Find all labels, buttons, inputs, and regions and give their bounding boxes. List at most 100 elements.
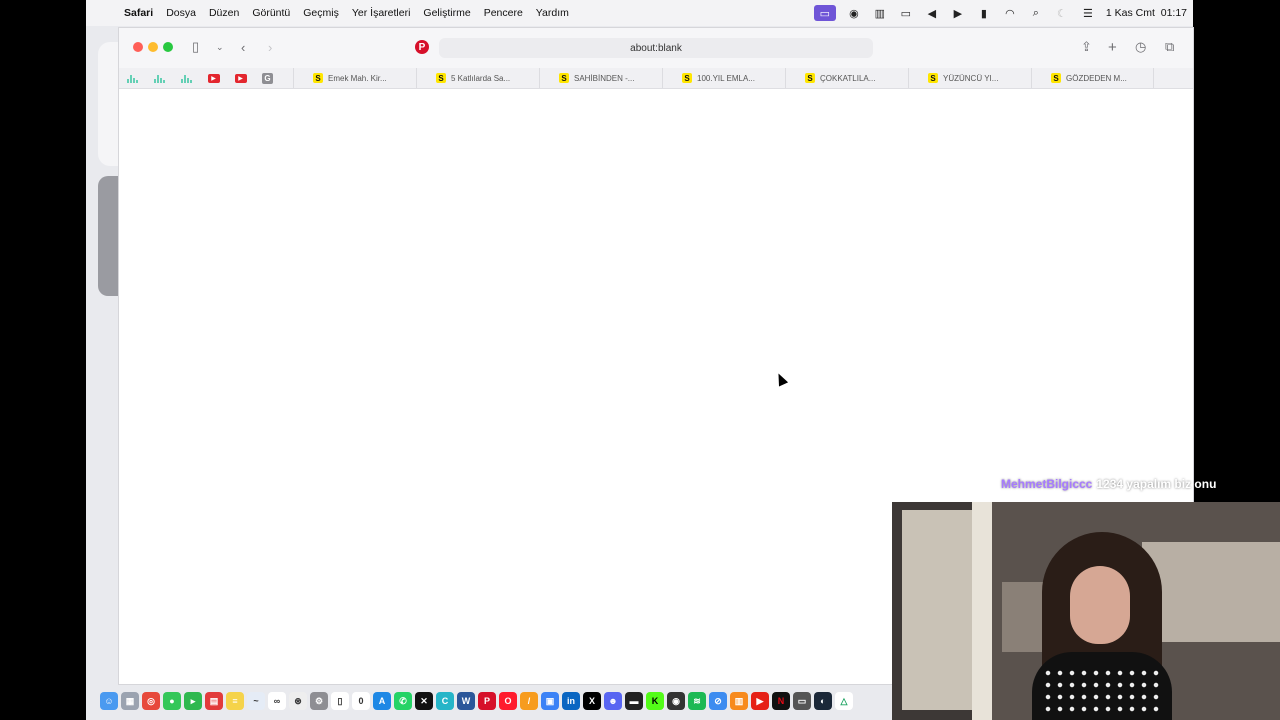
volume-icon[interactable]: ◀ bbox=[924, 5, 940, 21]
new-tab-icon[interactable]: + bbox=[1108, 39, 1117, 56]
chat-username: MehmetBilgiccc bbox=[1001, 477, 1093, 491]
pinterest-icon[interactable]: P bbox=[415, 40, 429, 54]
launchpad-icon[interactable]: ▦ bbox=[121, 692, 139, 710]
sahibinden-icon: S bbox=[436, 73, 446, 83]
facetime-icon[interactable]: ▸ bbox=[184, 692, 202, 710]
bars-icon[interactable]: ▥ bbox=[872, 5, 888, 21]
webcam-overlay bbox=[892, 502, 1280, 720]
youtube-app-icon[interactable]: ▶ bbox=[751, 692, 769, 710]
word-icon[interactable]: W bbox=[457, 692, 475, 710]
webcam-bookshelf bbox=[902, 510, 972, 710]
finder-icon[interactable]: ☺ bbox=[100, 692, 118, 710]
back-icon[interactable]: ‹ bbox=[241, 39, 245, 55]
capcut-icon[interactable]: ✕ bbox=[415, 692, 433, 710]
menu-goruntu[interactable]: Görüntü bbox=[252, 7, 290, 19]
tab-title: 5 Katlılarda Sa... bbox=[451, 73, 511, 83]
eye-icon[interactable]: ◉ bbox=[846, 5, 862, 21]
obs-icon[interactable]: ◉ bbox=[667, 692, 685, 710]
messages-icon[interactable]: ● bbox=[163, 692, 181, 710]
clock[interactable]: 1 Kas Cmt 01:17 bbox=[1106, 7, 1187, 19]
zoom-button[interactable] bbox=[163, 42, 173, 52]
whatsapp-icon[interactable]: ✆ bbox=[394, 692, 412, 710]
linkedin-icon[interactable]: in bbox=[562, 692, 580, 710]
menu-bar: Safari Dosya Düzen Görüntü Geçmiş Yer İş… bbox=[86, 0, 1193, 26]
youtube-icon: ▶ bbox=[207, 73, 220, 83]
battery-icon[interactable]: ▮ bbox=[976, 5, 992, 21]
terminal-icon[interactable]: ▬ bbox=[625, 692, 643, 710]
sidebar-icon[interactable]: ▯ bbox=[192, 39, 199, 55]
pinned-tab[interactable] bbox=[119, 68, 146, 88]
minimize-button[interactable] bbox=[148, 42, 158, 52]
monitor-icon[interactable]: ▭ bbox=[793, 692, 811, 710]
address-bar[interactable]: about:blank bbox=[439, 38, 873, 58]
sahibinden-icon: S bbox=[805, 73, 815, 83]
netflix-icon[interactable]: N bbox=[772, 692, 790, 710]
pages-icon[interactable]: / bbox=[520, 692, 538, 710]
pinned-tab[interactable]: G bbox=[254, 68, 281, 88]
pinned-tab[interactable] bbox=[146, 68, 173, 88]
tab-2[interactable]: S SAHİBİNDEN -... bbox=[539, 68, 662, 88]
screen-mirroring-icon[interactable]: ▭ bbox=[813, 5, 836, 21]
tab-1[interactable]: S 5 Katlılarda Sa... bbox=[416, 68, 539, 88]
display-icon[interactable]: ▭ bbox=[898, 5, 914, 21]
files-icon[interactable]: ▣ bbox=[541, 692, 559, 710]
tab-5[interactable]: S YÜZÜNCÜ YI... bbox=[908, 68, 1031, 88]
moon-icon[interactable]: ☾ bbox=[1054, 5, 1070, 21]
tab-0[interactable]: S Emek Mah. Kir... bbox=[293, 68, 416, 88]
audio-bars-icon bbox=[180, 74, 193, 83]
calculator-icon[interactable]: ▯ bbox=[331, 692, 349, 710]
search-icon[interactable]: ⌕ bbox=[1028, 5, 1044, 21]
pinned-tab[interactable]: ▶ bbox=[200, 68, 227, 88]
chevron-down-icon[interactable]: ⌄ bbox=[216, 39, 224, 55]
tab-6[interactable]: S GÖZDEDEN M... bbox=[1031, 68, 1154, 88]
menu-dosya[interactable]: Dosya bbox=[166, 7, 196, 19]
pinned-tab[interactable]: ▶ bbox=[227, 68, 254, 88]
calendar-icon[interactable]: 0 bbox=[352, 692, 370, 710]
status-area: ▭ ◉ ▥ ▭ ◀ ▶ ▮ ◠ ⌕ ☾ ☰ 1 Kas Cmt 01:17 bbox=[813, 0, 1187, 26]
menu-yer-isaretleri[interactable]: Yer İşaretleri bbox=[352, 7, 411, 19]
menu-yardim[interactable]: Yardım bbox=[536, 7, 569, 19]
canva-icon[interactable]: C bbox=[436, 692, 454, 710]
x-icon[interactable]: X bbox=[583, 692, 601, 710]
youtube-icon: ▶ bbox=[234, 73, 247, 83]
tab-title: YÜZÜNCÜ YI... bbox=[943, 73, 999, 83]
tab-title: Emek Mah. Kir... bbox=[328, 73, 387, 83]
drive-icon[interactable]: △ bbox=[835, 692, 853, 710]
spotify-icon[interactable]: ≋ bbox=[688, 692, 706, 710]
menu-app-name[interactable]: Safari bbox=[124, 7, 153, 19]
chrome-icon[interactable]: ◎ bbox=[142, 692, 160, 710]
webcam-person-face bbox=[1070, 566, 1130, 644]
steam-icon[interactable]: ◐ bbox=[814, 692, 832, 710]
reminders-icon[interactable]: ▤ bbox=[205, 692, 223, 710]
opera-icon[interactable]: O bbox=[499, 692, 517, 710]
pinterest-app-icon[interactable]: P bbox=[478, 692, 496, 710]
menu-duzen[interactable]: Düzen bbox=[209, 7, 239, 19]
pinned-tab[interactable] bbox=[173, 68, 200, 88]
wifi-icon[interactable]: ◠ bbox=[1002, 5, 1018, 21]
safari-dock-icon[interactable]: ⊘ bbox=[709, 692, 727, 710]
history-icon[interactable]: ◷ bbox=[1135, 39, 1146, 55]
kick-icon[interactable]: K bbox=[646, 692, 664, 710]
app-store-icon[interactable]: A bbox=[373, 692, 391, 710]
play-icon[interactable]: ▶ bbox=[950, 5, 966, 21]
menu-gelistirme[interactable]: Geliştirme bbox=[423, 7, 470, 19]
books-icon[interactable]: ▥ bbox=[730, 692, 748, 710]
tab-4[interactable]: S ÇOKKATLILA... bbox=[785, 68, 908, 88]
chatgpt-icon[interactable]: ∞ bbox=[268, 692, 286, 710]
notes-icon[interactable]: ≡ bbox=[226, 692, 244, 710]
settings-icon[interactable]: ⚙ bbox=[310, 692, 328, 710]
close-button[interactable] bbox=[133, 42, 143, 52]
freeform-icon[interactable]: ~ bbox=[247, 692, 265, 710]
share-icon[interactable]: ⇪ bbox=[1081, 39, 1092, 55]
control-center-icon[interactable]: ☰ bbox=[1080, 5, 1096, 21]
tab-3[interactable]: S 100.YIL EMLA... bbox=[662, 68, 785, 88]
tab-title: SAHİBİNDEN -... bbox=[574, 73, 635, 83]
discord-icon[interactable]: ☻ bbox=[604, 692, 622, 710]
menu-gecmis[interactable]: Geçmiş bbox=[303, 7, 339, 19]
menu-pencere[interactable]: Pencere bbox=[484, 7, 523, 19]
forward-icon[interactable]: › bbox=[268, 39, 272, 55]
tab-title: GÖZDEDEN M... bbox=[1066, 73, 1127, 83]
safari-icon[interactable]: ⊛ bbox=[289, 692, 307, 710]
sahibinden-icon: S bbox=[682, 73, 692, 83]
tab-overview-icon[interactable]: ⧉ bbox=[1165, 39, 1174, 55]
